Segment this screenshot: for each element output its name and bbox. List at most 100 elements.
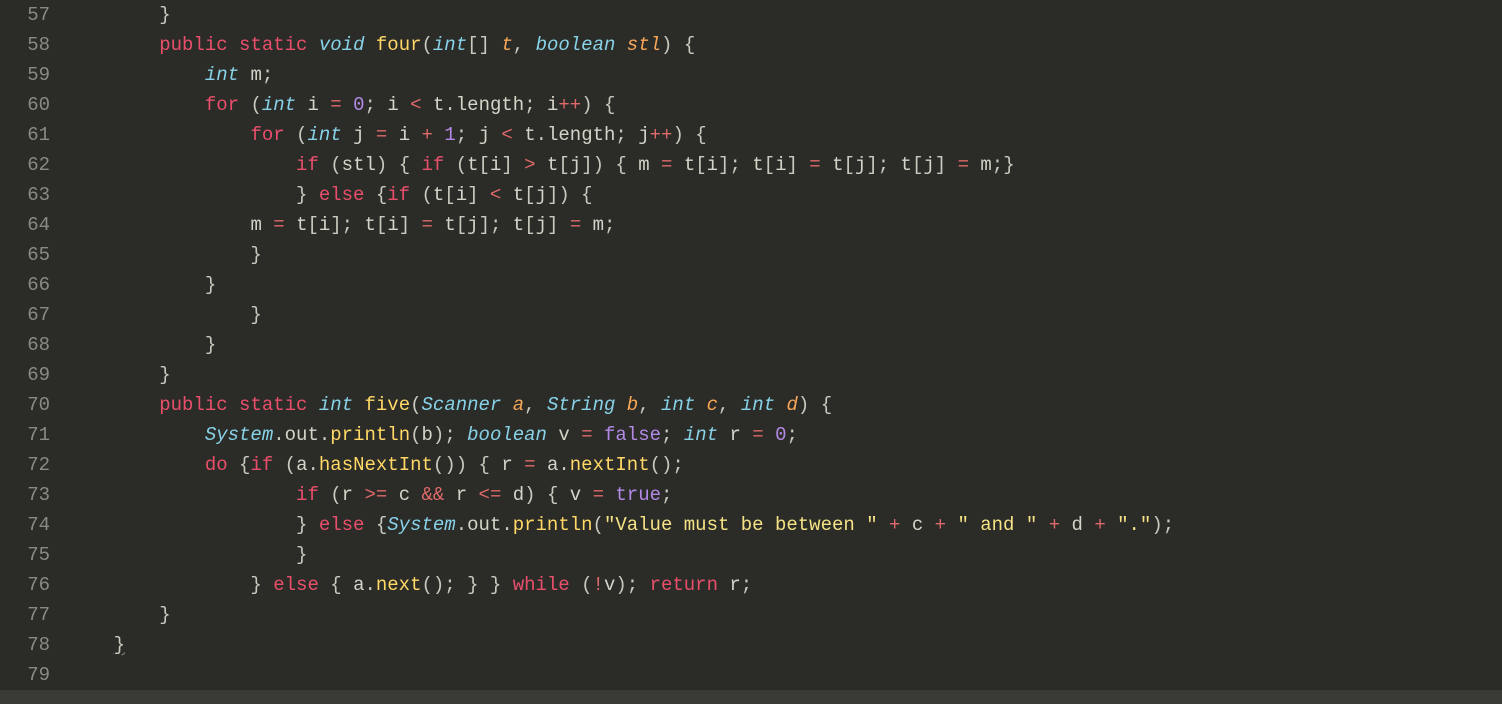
token: ] — [935, 154, 958, 176]
token: if — [296, 154, 319, 176]
horizontal-scrollbar[interactable] — [0, 690, 1502, 704]
token: ); — [433, 424, 467, 446]
token — [68, 124, 250, 146]
token — [422, 94, 433, 116]
token: t — [513, 214, 524, 236]
token — [319, 94, 330, 116]
line-number: 78 — [0, 630, 50, 660]
code-line[interactable]: } — [68, 600, 1502, 630]
token — [433, 214, 444, 236]
code-line[interactable]: System.out.println(b); boolean v = false… — [68, 420, 1502, 450]
code-line[interactable]: public static int five(Scanner a, String… — [68, 390, 1502, 420]
line-number: 72 — [0, 450, 50, 480]
token: a — [547, 454, 558, 476]
token: stl — [627, 34, 661, 56]
code-line[interactable] — [68, 660, 1502, 690]
token: int — [319, 394, 353, 416]
code-editor[interactable]: 5758596061626364656667686970717273747576… — [0, 0, 1502, 690]
token: j — [570, 154, 581, 176]
code-line[interactable]: } else {System.out.println("Value must b… — [68, 510, 1502, 540]
token: } — [68, 514, 319, 536]
token: t — [524, 124, 535, 146]
token: boolean — [467, 424, 547, 446]
code-line[interactable]: do {if (a.hasNextInt()) { r = a.nextInt(… — [68, 450, 1502, 480]
code-line[interactable]: public static void four(int[] t, boolean… — [68, 30, 1502, 60]
token: } — [68, 334, 216, 356]
token: ; — [615, 124, 638, 146]
token: " and " — [957, 514, 1037, 536]
token: i — [456, 184, 467, 206]
code-line[interactable]: } — [68, 300, 1502, 330]
code-line[interactable]: } — [68, 270, 1502, 300]
token: r — [342, 484, 353, 506]
token: stl — [342, 154, 376, 176]
token: <= — [479, 484, 502, 506]
token: ] — [467, 184, 490, 206]
token — [387, 484, 398, 506]
token: m — [250, 214, 261, 236]
token — [593, 424, 604, 446]
token: j — [479, 124, 490, 146]
line-number: 77 — [0, 600, 50, 630]
token: t — [684, 154, 695, 176]
token: [ — [444, 184, 455, 206]
code-line[interactable]: } — [68, 540, 1502, 570]
code-line[interactable]: } else { a.next(); } } while (!v); retur… — [68, 570, 1502, 600]
token: r — [729, 424, 740, 446]
token: ) { — [798, 394, 832, 416]
line-number: 59 — [0, 60, 50, 90]
token — [342, 94, 353, 116]
code-line[interactable]: } — [68, 240, 1502, 270]
token: length — [547, 124, 615, 146]
token: ( — [285, 124, 308, 146]
code-line[interactable]: if (stl) { if (t[i] > t[j]) { m = t[i]; … — [68, 150, 1502, 180]
code-line[interactable]: } — [68, 0, 1502, 30]
token: t — [832, 154, 843, 176]
line-number: 64 — [0, 210, 50, 240]
code-line[interactable]: } — [68, 360, 1502, 390]
line-number: 60 — [0, 90, 50, 120]
token: i — [707, 154, 718, 176]
token: ) { — [376, 154, 422, 176]
token: b — [627, 394, 638, 416]
token: while — [513, 574, 570, 596]
code-line[interactable]: m = t[i]; t[i] = t[j]; t[j] = m; — [68, 210, 1502, 240]
token: a — [513, 394, 524, 416]
token: . — [536, 124, 547, 146]
token: { — [364, 514, 387, 536]
token: i — [547, 94, 558, 116]
token: && — [422, 484, 445, 506]
token: println — [330, 424, 410, 446]
token — [364, 34, 375, 56]
token: five — [365, 394, 411, 416]
token: [ — [844, 154, 855, 176]
token — [410, 124, 421, 146]
token: a — [353, 574, 364, 596]
token: [ — [912, 154, 923, 176]
code-line[interactable]: } else {if (t[i] < t[j]) { — [68, 180, 1502, 210]
token: ( — [319, 154, 342, 176]
token: i — [775, 154, 786, 176]
token — [387, 124, 398, 146]
token: } — [68, 184, 319, 206]
token: } — [159, 4, 170, 26]
code-line[interactable]: int m; — [68, 60, 1502, 90]
code-area[interactable]: } public static void four(int[] t, boole… — [58, 0, 1502, 690]
code-line[interactable]: for (int j = i + 1; j < t.length; j++) { — [68, 120, 1502, 150]
token: ( — [410, 424, 421, 446]
token: out — [285, 424, 319, 446]
code-line[interactable]: } — [68, 630, 1502, 660]
token: ] — [399, 214, 422, 236]
code-line[interactable]: for (int i = 0; i < t.length; i++) { — [68, 90, 1502, 120]
token: ( — [410, 184, 433, 206]
token — [615, 34, 626, 56]
code-line[interactable]: } — [68, 330, 1502, 360]
token: four — [376, 34, 422, 56]
token: if — [387, 184, 410, 206]
token: [ — [764, 154, 775, 176]
token: = — [376, 124, 387, 146]
token: ( — [319, 484, 342, 506]
token — [262, 214, 273, 236]
code-line[interactable]: if (r >= c && r <= d) { v = true; — [68, 480, 1502, 510]
token — [650, 154, 661, 176]
